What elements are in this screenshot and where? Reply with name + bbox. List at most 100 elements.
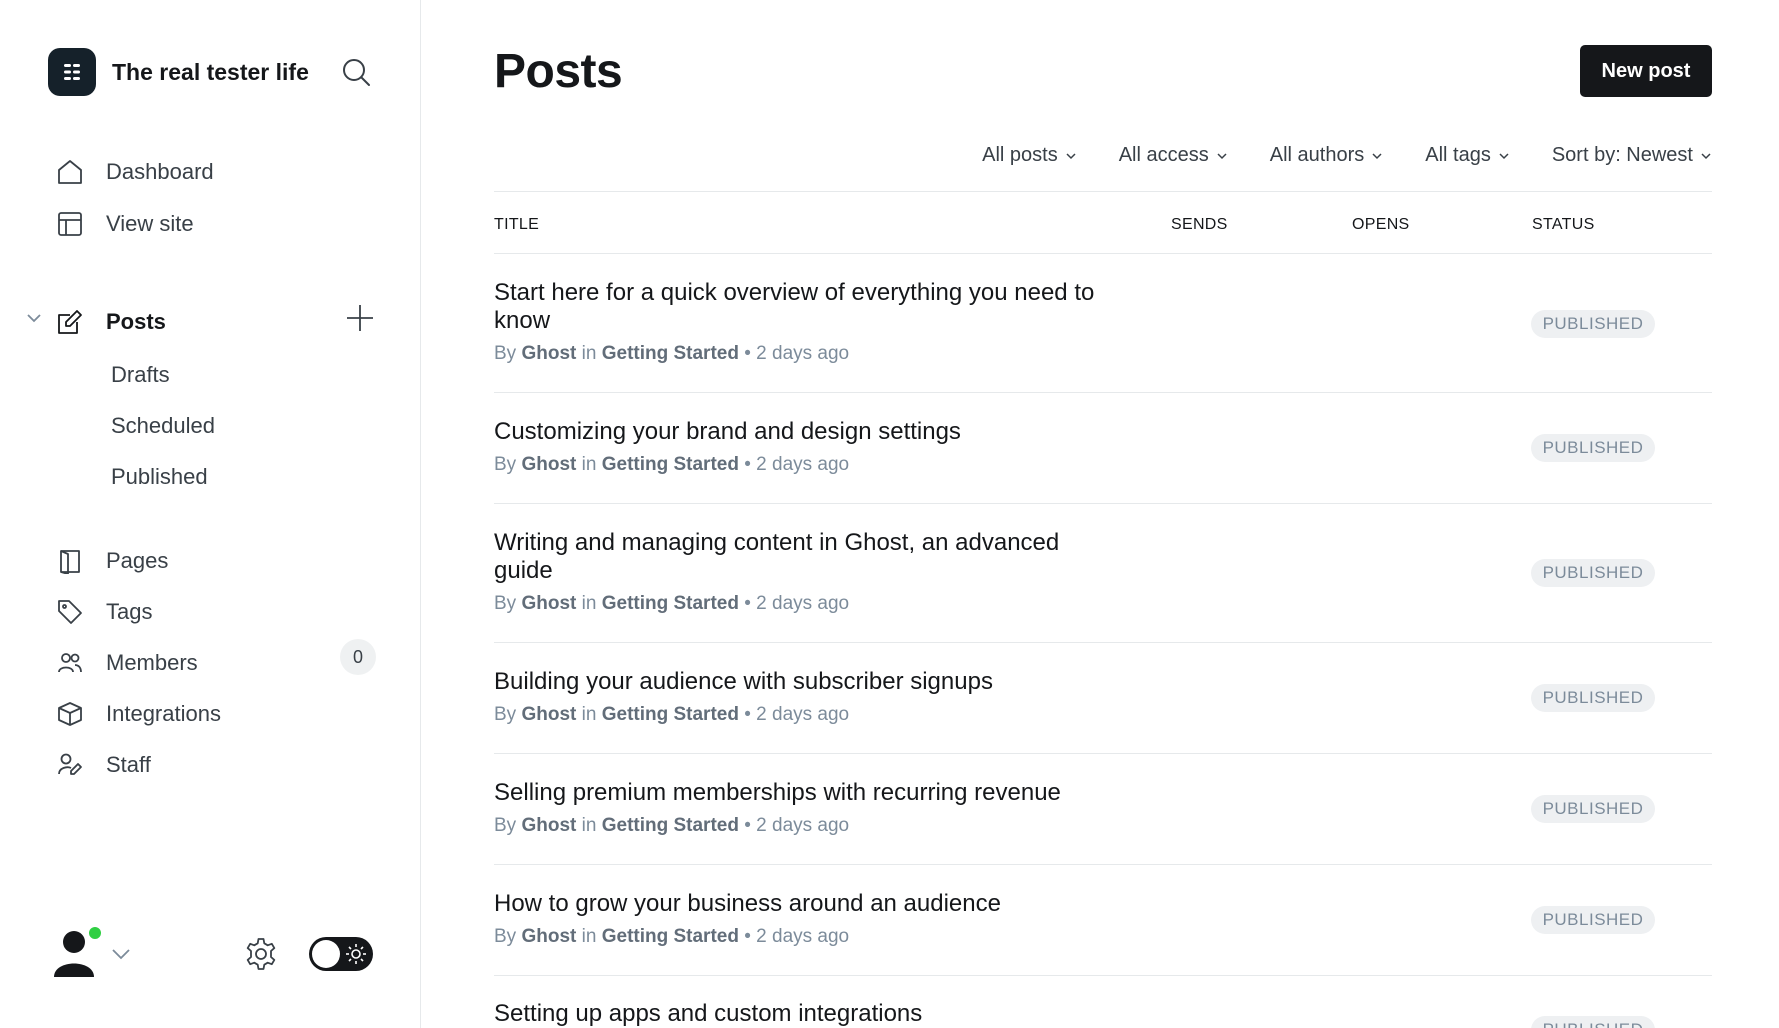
brand[interactable]: The real tester life [48, 48, 309, 96]
post-meta: By Ghost in Getting Started • 2 days ago [494, 593, 849, 615]
column-header-status[interactable]: STATUS [1532, 216, 1595, 234]
divider [494, 191, 1712, 192]
post-tag[interactable]: Getting Started [602, 343, 739, 364]
post-time: • 2 days ago [744, 454, 850, 475]
post-meta: By Ghost in Getting Started • 2 days ago [494, 454, 849, 476]
post-tag[interactable]: Getting Started [602, 815, 739, 836]
chevron-down-icon[interactable] [110, 943, 132, 965]
post-tag[interactable]: Getting Started [602, 704, 739, 725]
members-count-badge: 0 [340, 639, 376, 675]
row-divider [494, 392, 1712, 393]
toggle-knob [312, 940, 340, 968]
post-title[interactable]: Writing and managing content in Ghost, a… [494, 529, 1124, 585]
post-title[interactable]: Customizing your brand and design settin… [494, 418, 1124, 446]
row-divider [494, 753, 1712, 754]
column-header-opens[interactable]: OPENS [1352, 216, 1410, 234]
meta-by: By [494, 454, 517, 475]
post-author[interactable]: Ghost [521, 815, 576, 836]
box-icon [56, 700, 84, 728]
post-author[interactable]: Ghost [521, 343, 576, 364]
nav-dashboard-label: Dashboard [106, 159, 214, 184]
meta-in: in [581, 926, 597, 947]
filter-authors[interactable]: All authors [1270, 144, 1384, 167]
chevron-down-icon [1217, 152, 1227, 159]
nav-pages[interactable]: Pages [56, 543, 168, 579]
status-badge: PUBLISHED [1531, 1016, 1655, 1028]
meta-in: in [581, 815, 597, 836]
nav-view-site-label: View site [106, 211, 194, 236]
nav-posts[interactable]: Posts [56, 304, 166, 340]
post-tag[interactable]: Getting Started [602, 926, 739, 947]
meta-in: in [581, 343, 597, 364]
post-title[interactable]: Setting up apps and custom integrations [494, 1000, 1124, 1028]
post-author[interactable]: Ghost [521, 704, 576, 725]
post-author[interactable]: Ghost [521, 454, 576, 475]
post-author[interactable]: Ghost [521, 593, 576, 614]
post-title[interactable]: Start here for a quick overview of every… [494, 279, 1124, 335]
post-meta: By Ghost in Getting Started • 2 days ago [494, 704, 849, 726]
meta-by: By [494, 704, 517, 725]
post-time: • 2 days ago [744, 815, 850, 836]
row-divider [494, 642, 1712, 643]
filter-posts[interactable]: All posts [982, 144, 1077, 167]
site-name: The real tester life [112, 58, 309, 85]
status-badge: PUBLISHED [1531, 310, 1655, 338]
nav-integrations[interactable]: Integrations [56, 696, 221, 732]
row-divider [494, 503, 1712, 504]
nav-dashboard[interactable]: Dashboard [56, 154, 214, 190]
filter-authors-label: All authors [1269, 144, 1365, 166]
meta-by: By [494, 593, 517, 614]
layout-icon [56, 210, 84, 238]
nav-tags-label: Tags [106, 599, 153, 624]
filter-tags-label: All tags [1425, 144, 1491, 166]
chevron-down-icon [1499, 152, 1509, 159]
status-badge: PUBLISHED [1531, 684, 1655, 712]
column-header-title[interactable]: TITLE [494, 216, 539, 234]
filter-access[interactable]: All access [1119, 144, 1228, 167]
nav-scheduled[interactable]: Scheduled [111, 413, 215, 439]
plus-icon[interactable] [344, 302, 376, 334]
post-title[interactable]: How to grow your business around an audi… [494, 890, 1124, 918]
post-title[interactable]: Selling premium memberships with recurri… [494, 779, 1124, 807]
nav-pages-label: Pages [106, 548, 169, 573]
theme-toggle[interactable] [309, 937, 373, 971]
nav-published[interactable]: Published [111, 464, 208, 490]
meta-by: By [494, 343, 517, 364]
nav-staff[interactable]: Staff [56, 747, 151, 783]
chevron-down-icon [1372, 152, 1382, 159]
post-meta: By Ghost in Getting Started • 2 days ago [494, 343, 849, 365]
divider [494, 253, 1712, 254]
column-header-sends[interactable]: SENDS [1171, 216, 1228, 234]
nav-view-site[interactable]: View site [56, 206, 194, 242]
filter-sort[interactable]: Sort by: Newest [1552, 144, 1712, 167]
post-time: • 2 days ago [744, 926, 850, 947]
nav-integrations-label: Integrations [106, 701, 221, 726]
meta-in: in [581, 454, 597, 475]
chevron-down-icon [1701, 152, 1711, 159]
post-author[interactable]: Ghost [521, 926, 576, 947]
post-title[interactable]: Building your audience with subscriber s… [494, 668, 1124, 696]
edit-icon [56, 308, 84, 336]
post-time: • 2 days ago [744, 343, 850, 364]
post-time: • 2 days ago [744, 593, 850, 614]
post-tag[interactable]: Getting Started [602, 593, 739, 614]
search-icon[interactable] [340, 56, 372, 88]
post-meta: By Ghost in Getting Started • 2 days ago [494, 926, 849, 948]
row-divider [494, 864, 1712, 865]
meta-in: in [581, 593, 597, 614]
new-post-button[interactable]: New post [1580, 45, 1712, 97]
nav-drafts[interactable]: Drafts [111, 362, 170, 388]
filter-access-label: All access [1118, 144, 1209, 166]
gear-icon[interactable] [243, 936, 279, 972]
post-time: • 2 days ago [744, 704, 850, 725]
nav-members[interactable]: Members [56, 645, 198, 681]
status-badge: PUBLISHED [1531, 795, 1655, 823]
sun-icon [345, 943, 367, 965]
nav-tags[interactable]: Tags [56, 594, 152, 630]
filter-tags[interactable]: All tags [1425, 144, 1510, 167]
post-tag[interactable]: Getting Started [602, 454, 739, 475]
staff-icon [56, 751, 84, 779]
nav-posts-label: Posts [106, 309, 166, 334]
page-title: Posts [494, 45, 623, 98]
chevron-down-icon[interactable] [24, 308, 44, 328]
